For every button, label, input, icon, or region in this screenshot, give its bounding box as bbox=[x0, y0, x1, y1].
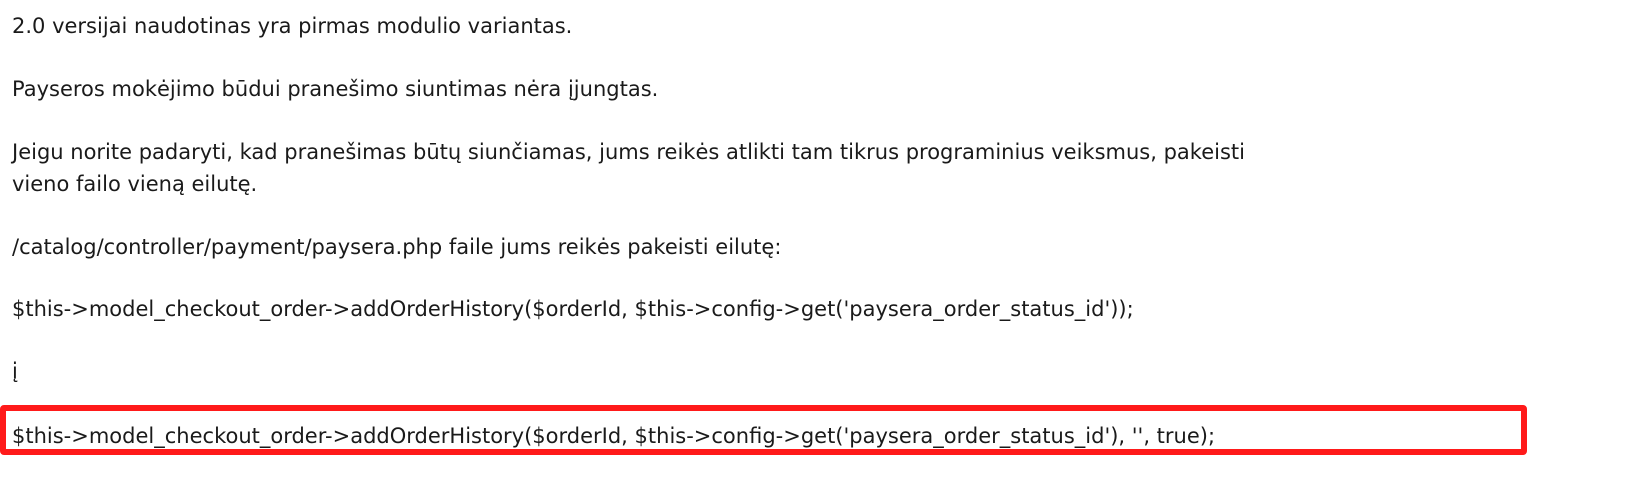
replacement-code-line: $this->model_checkout_order->addOrderHis… bbox=[12, 424, 1216, 448]
notification-status-note: Payseros mokėjimo būdui pranešimo siunti… bbox=[12, 77, 659, 101]
instruction-paragraph: Jeigu norite padaryti, kad pranešimas bū… bbox=[12, 136, 1552, 200]
instruction-line-1: Jeigu norite padaryti, kad pranešimas bū… bbox=[12, 140, 1245, 164]
version-note: 2.0 versijai naudotinas yra pirmas modul… bbox=[12, 14, 573, 38]
document-body: 2.0 versijai naudotinas yra pirmas modul… bbox=[12, 10, 1552, 417]
original-code-line: $this->model_checkout_order->addOrderHis… bbox=[12, 297, 1134, 321]
file-path-note: /catalog/controller/payment/paysera.php … bbox=[12, 235, 782, 259]
connector-text: į bbox=[12, 359, 18, 383]
instruction-line-2: vieno failo vieną eilutę. bbox=[12, 172, 258, 196]
